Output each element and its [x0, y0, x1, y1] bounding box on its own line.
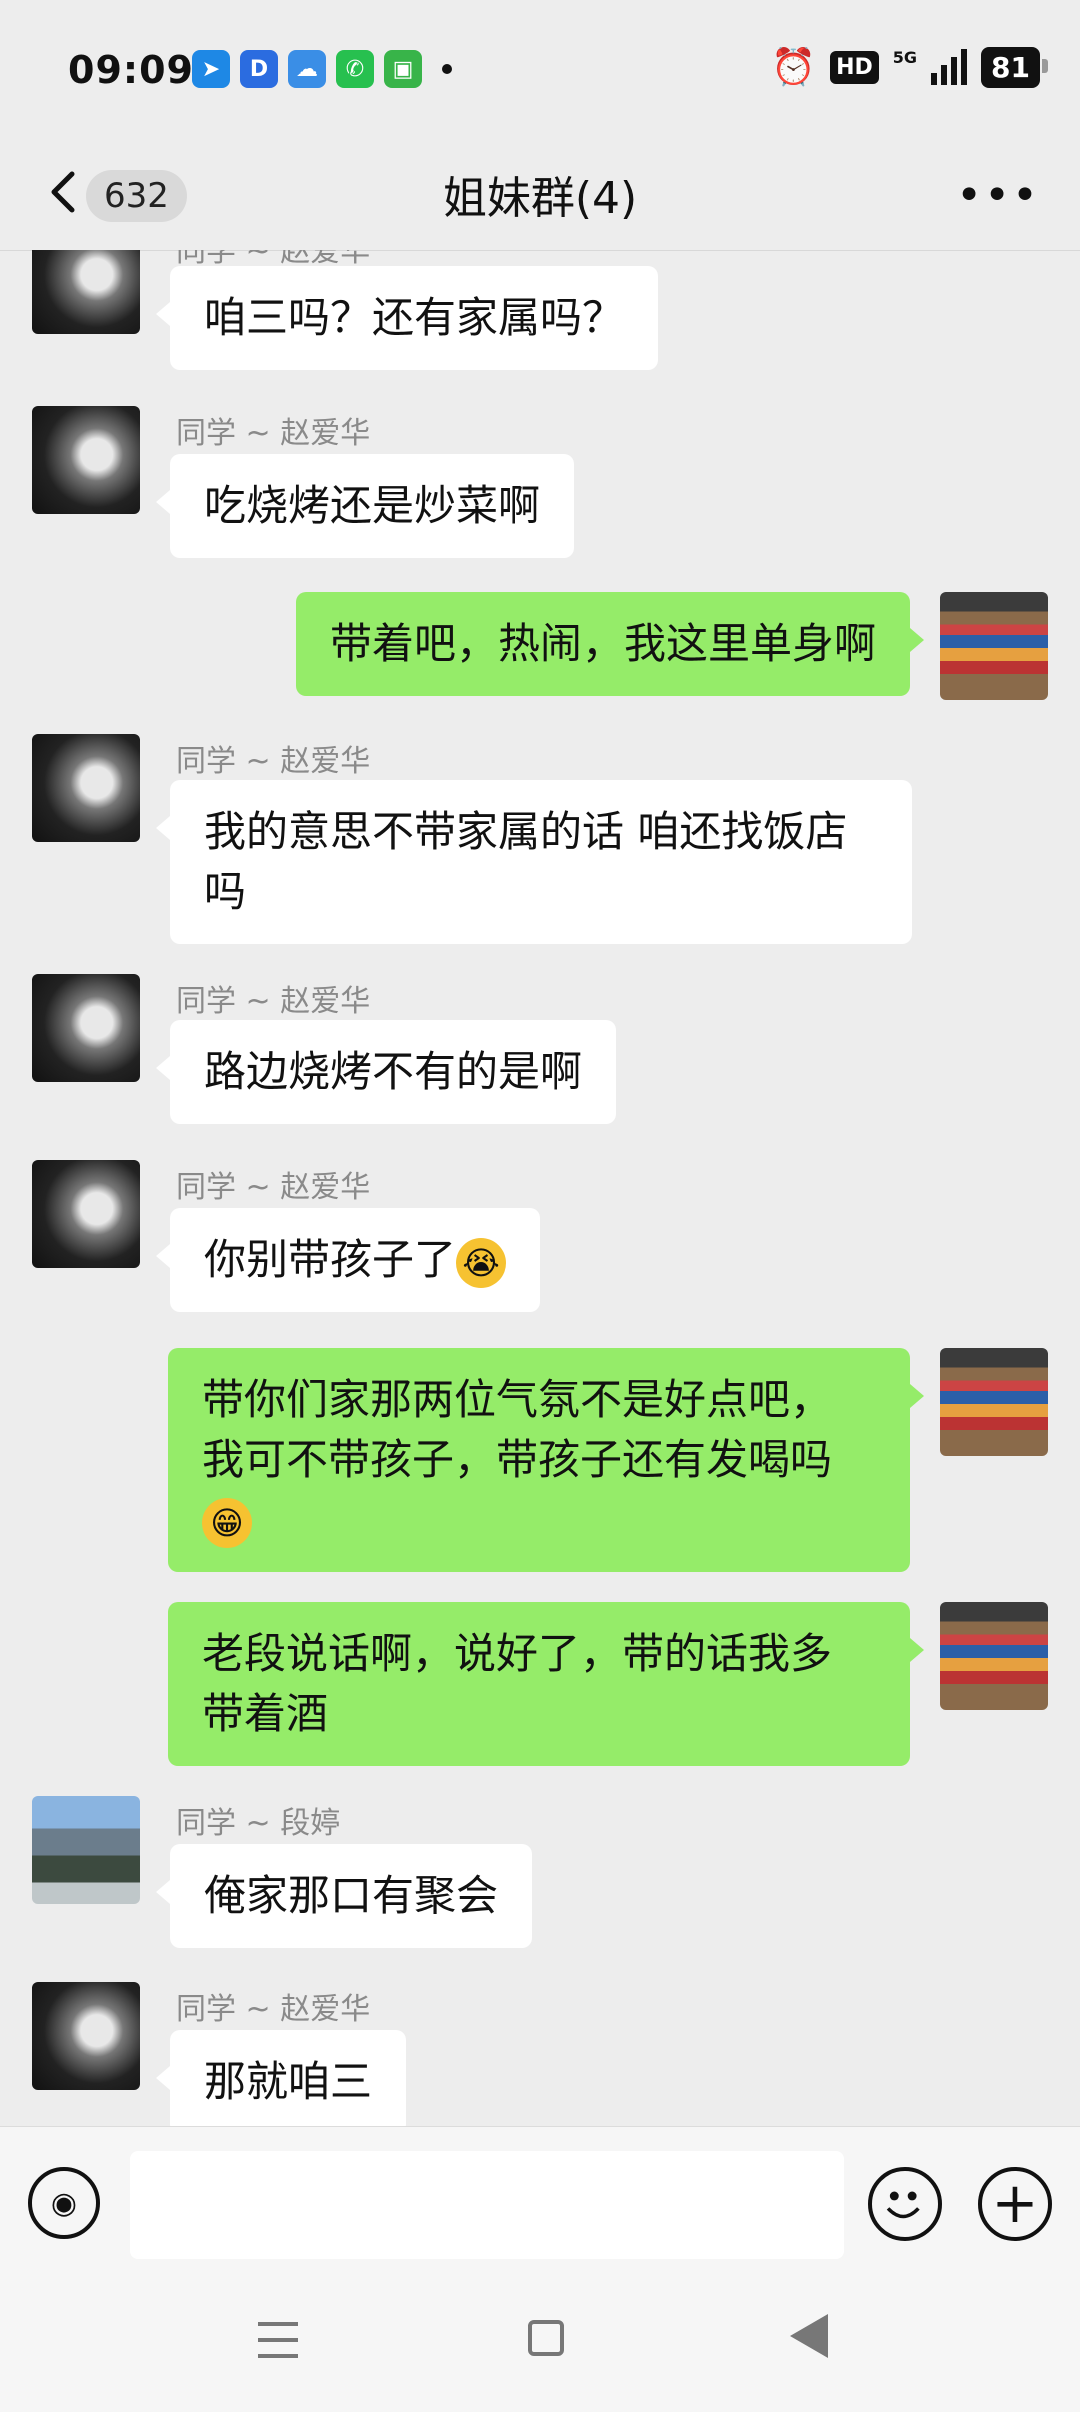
message-bubble[interactable]: 那就咱三	[155, 2030, 407, 2126]
input-bar: ◉ +	[0, 2126, 1080, 2287]
hd-badge: HD	[830, 50, 879, 84]
grin-emoji-icon: 😁	[202, 1497, 252, 1548]
sender-name: 同学 ~ 赵爱华	[176, 416, 371, 451]
voice-input-icon[interactable]: ◉	[28, 2167, 100, 2239]
message-bubble-outgoing[interactable]: 老段说话啊，说好了，带的话我多 带着酒	[168, 1602, 924, 1766]
message-text-line: 我的意思不带家属的话 咱还找饭店	[204, 807, 848, 856]
status-bar: 09:09 ➤ D ☁ ✆ ▣ ⏰ HD 5G 81	[0, 0, 1080, 140]
emoji-icon[interactable]	[868, 2167, 942, 2241]
message-text: 你别带孩子了	[204, 1235, 457, 1284]
message-list[interactable]: 同学 ~ 赵爱华 咱三吗？还有家属吗？ 同学 ~ 赵爱华 吃烧烤还是炒菜啊 带着…	[0, 250, 1080, 2126]
signal-icon	[931, 49, 968, 85]
avatar-self[interactable]	[940, 1348, 1048, 1456]
message-text-line: 带着酒	[202, 1689, 329, 1738]
add-attachment-icon[interactable]: +	[978, 2167, 1052, 2241]
phone-icon: ✆	[336, 50, 374, 88]
alarm-icon: ⏰	[771, 47, 817, 88]
weather-icon: ☁	[288, 50, 326, 88]
avatar[interactable]	[32, 250, 140, 334]
app-notification-icon: D	[240, 50, 278, 88]
sender-name: 同学 ~ 赵爱华	[176, 744, 371, 779]
recent-apps-icon[interactable]	[258, 2322, 298, 2358]
avatar[interactable]	[32, 1160, 140, 1268]
message-input[interactable]	[130, 2151, 844, 2259]
message-bubble-outgoing[interactable]: 带你们家那两位气氛不是好点吧， 我可不带孩子，带孩子还有发喝吗 😁	[168, 1348, 924, 1572]
message-bubble[interactable]: 我的意思不带家属的话 咱还找饭店 吗	[156, 780, 912, 944]
avatar[interactable]	[32, 734, 140, 842]
system-icons: ⏰ HD 5G 81	[771, 46, 1048, 88]
message-bubble[interactable]: 你别带孩子了 😭	[155, 1208, 541, 1312]
status-time: 09:09	[68, 48, 194, 92]
app-notification-icon: ▣	[384, 50, 422, 88]
avatar[interactable]	[32, 1796, 140, 1904]
avatar-self[interactable]	[940, 592, 1048, 700]
sender-name: 同学 ~ 赵爱华	[176, 1992, 371, 2027]
network-type: 5G	[892, 47, 918, 67]
crying-laugh-emoji-icon: 😭	[456, 1237, 507, 1288]
avatar[interactable]	[32, 1982, 140, 2090]
notification-icons: ➤ D ☁ ✆ ▣	[192, 50, 452, 88]
avatar[interactable]	[32, 406, 140, 514]
message-text-line: 老段说话啊，说好了，带的话我多	[202, 1629, 833, 1678]
more-notifications-dot	[442, 64, 452, 74]
message-bubble[interactable]: 吃烧烤还是炒菜啊	[155, 454, 575, 558]
more-options-icon[interactable]: •••	[956, 170, 1040, 221]
system-nav-bar	[0, 2286, 1080, 2412]
chat-header: 632 姐妹群(4) •••	[0, 140, 1080, 251]
sender-name: 同学 ~ 段婷	[176, 1806, 341, 1841]
chat-title: 姐妹群(4)	[442, 173, 638, 224]
sender-name: 同学 ~ 赵爱华	[176, 984, 371, 1019]
message-bubble[interactable]: 路边烧烤不有的是啊	[155, 1020, 617, 1124]
avatar-self[interactable]	[940, 1602, 1048, 1710]
message-text-line: 吗	[204, 867, 247, 916]
message-text-line: 我可不带孩子，带孩子还有发喝吗	[202, 1435, 833, 1484]
message-text-line: 带你们家那两位气氛不是好点吧，	[202, 1375, 833, 1424]
message-bubble[interactable]: 俺家那口有聚会	[155, 1844, 533, 1948]
app-notification-icon: ➤	[192, 50, 230, 88]
home-icon[interactable]	[528, 2320, 564, 2356]
system-back-icon[interactable]	[790, 2314, 828, 2358]
message-bubble[interactable]: 咱三吗？还有家属吗？	[155, 266, 659, 370]
sender-name: 同学 ~ 赵爱华	[176, 1170, 371, 1205]
avatar[interactable]	[32, 974, 140, 1082]
message-bubble-outgoing[interactable]: 带着吧，热闹，我这里单身啊	[295, 592, 925, 696]
battery-indicator: 81	[981, 46, 1048, 88]
